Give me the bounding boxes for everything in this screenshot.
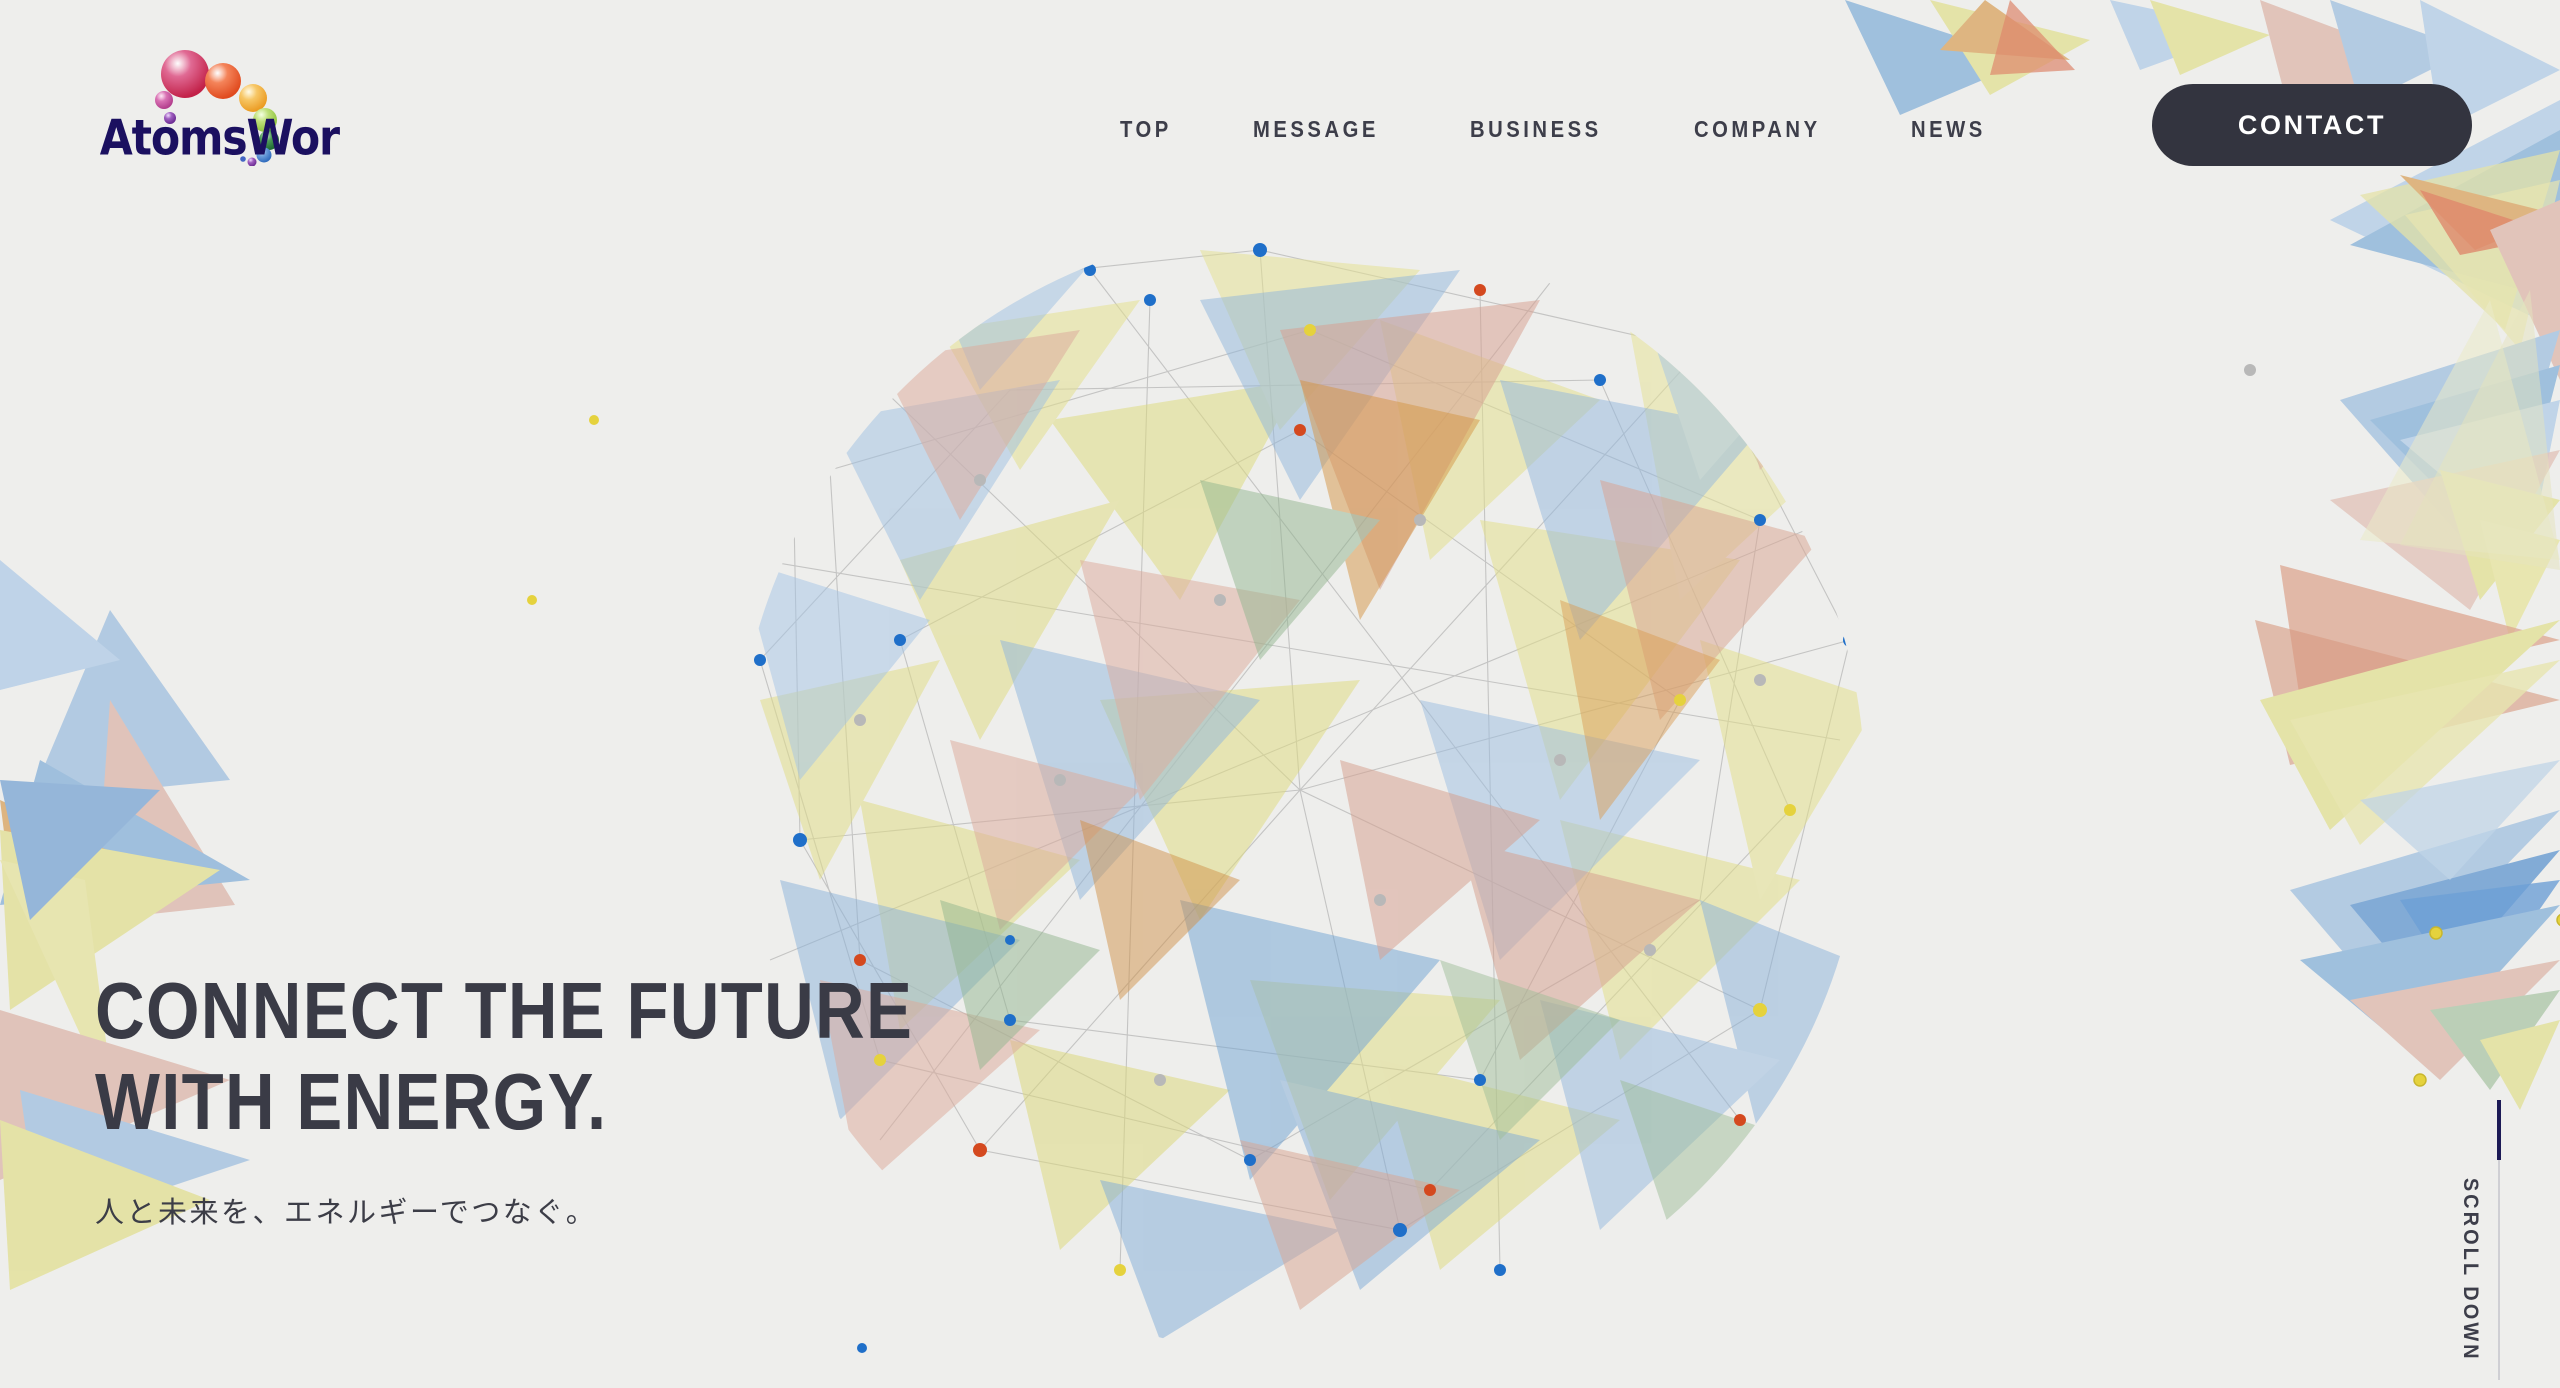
scroll-down-label: SCROLL DOWN — [2459, 1177, 2482, 1362]
logo-atomsworld[interactable]: AtomsWorld — [92, 36, 342, 166]
nav-item-news[interactable]: NEWS — [1911, 106, 1986, 153]
hero-headline-line-1: CONNECT THE FUTURE — [95, 966, 914, 1055]
nav-item-business[interactable]: BUSINESS — [1470, 106, 1602, 153]
scroll-progress-rail — [2497, 1100, 2501, 1380]
hero-page: AtomsWorld TOP MESSAGE BUSINESS COMPANY … — [0, 0, 2560, 1388]
logo-icon: AtomsWorld — [100, 50, 342, 166]
hero-headline-line-2: WITH ENERGY. — [95, 1057, 608, 1147]
nav-item-top[interactable]: TOP — [1120, 106, 1172, 153]
hero-subtitle: 人と未来を、エネルギーでつなぐ。 — [95, 1195, 598, 1230]
hero-copy: CONNECT THE FUTURE WITH ENERGY. 人と未来を、エネ… — [95, 965, 1046, 1231]
scroll-down-indicator[interactable]: SCROLL DOWN — [2458, 1100, 2501, 1380]
svg-text:AtomsWorld: AtomsWorld — [100, 109, 342, 166]
nav-item-company[interactable]: COMPANY — [1694, 106, 1821, 153]
contact-button[interactable]: CONTACT — [2152, 84, 2472, 166]
main-navigation: TOP MESSAGE BUSINESS COMPANY NEWS — [1120, 106, 1996, 153]
nav-item-message[interactable]: MESSAGE — [1253, 106, 1379, 153]
site-header: AtomsWorld TOP MESSAGE BUSINESS COMPANY … — [0, 0, 2560, 196]
